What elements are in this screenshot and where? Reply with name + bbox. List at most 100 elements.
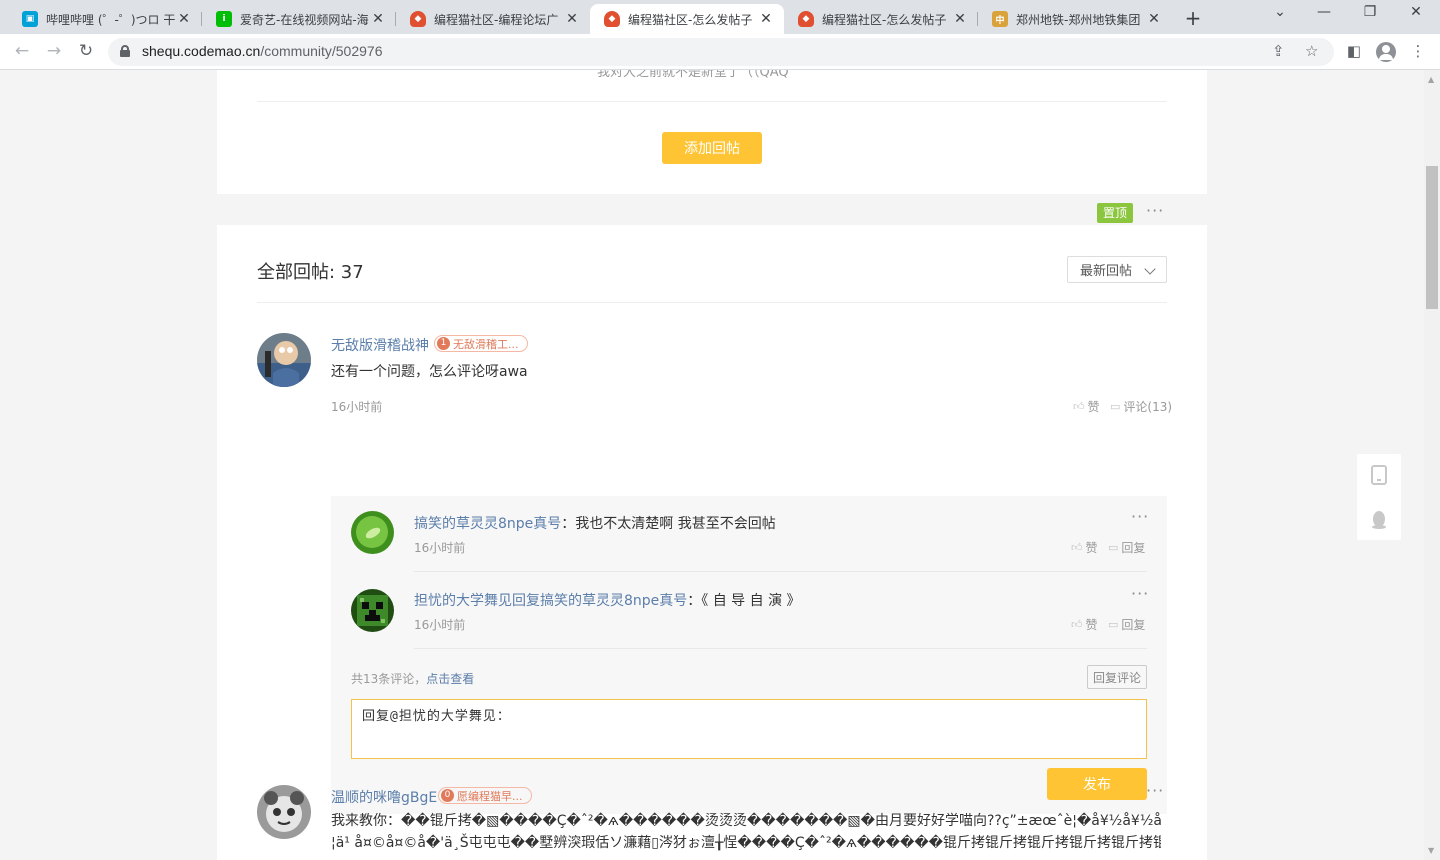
floating-side-bar bbox=[1357, 454, 1401, 540]
browser-toolbar: ← → ↻ shequ.codemao.cn/community/502976 … bbox=[0, 34, 1440, 70]
chevron-down-icon bbox=[1144, 263, 1156, 275]
reload-icon[interactable]: ↻ bbox=[75, 41, 97, 61]
reply-button[interactable]: ▭ 回复 bbox=[1108, 539, 1145, 556]
thumbs-up-icon: 👍︎ bbox=[1073, 400, 1085, 413]
qq-icon[interactable] bbox=[1371, 510, 1387, 530]
scroll-down-icon[interactable]: ▼ bbox=[1428, 846, 1434, 855]
reply-content: 我来教你：��锟斤拷�▧����Ç�ˆ²�ѧ������烫烫烫�������▧�… bbox=[331, 813, 1161, 829]
address-bar[interactable]: shequ.codemao.cn/community/502976 ⇪ ☆ bbox=[108, 38, 1334, 66]
tab-codemao-forum[interactable]: ◆ 编程猫社区-编程论坛广 ✕ bbox=[396, 4, 590, 34]
tab-zzmetro[interactable]: 中 郑州地铁-郑州地铁集团 ✕ bbox=[978, 4, 1172, 34]
sub-comment-text: 我也不太清楚啊 我甚至不会回帖 bbox=[575, 516, 776, 532]
level-icon: 0 bbox=[441, 789, 454, 802]
tab-codemao-post[interactable]: ◆ 编程猫社区-怎么发帖子 ✕ bbox=[784, 4, 978, 34]
view-all-comments-link[interactable]: 点击查看 bbox=[426, 672, 474, 686]
tab-search-icon[interactable]: ⌄ bbox=[1270, 4, 1290, 20]
reply-content: ¦ä¹ å¤©å¤©å�'ä¸Š屯屯屯��墅辨湥瑕佸ソ濂藉▯涔犲ぉ澶╁悜����… bbox=[331, 835, 1161, 851]
sub-comment-author[interactable]: 担忧的大学舞见回复搞笑的草灵灵8npe真号 bbox=[414, 593, 687, 609]
close-icon[interactable]: ✕ bbox=[564, 11, 580, 27]
comment-icon: ▭ bbox=[1108, 618, 1119, 631]
codemao-icon: ◆ bbox=[410, 11, 426, 27]
side-panel-icon[interactable]: ◧ bbox=[1344, 42, 1364, 60]
tab-title: 郑州地铁-郑州地铁集团 bbox=[1016, 12, 1141, 27]
replies-card: 全部回帖: 37 最新回帖 无敌版滑稽战神 1 无敌滑稽工... 置顶 ··· … bbox=[217, 201, 1207, 860]
like-button[interactable]: 👍︎ 赞 bbox=[1071, 539, 1098, 556]
close-icon[interactable]: ✕ bbox=[758, 11, 774, 27]
username[interactable]: 无敌版滑稽战神 bbox=[331, 335, 429, 355]
comment-icon: ▭ bbox=[1110, 400, 1121, 413]
add-reply-button[interactable]: 添加回帖 bbox=[662, 132, 762, 164]
tab-codemao-post-active[interactable]: ◆ 编程猫社区-怎么发帖子 ✕ bbox=[590, 4, 784, 34]
minimize-icon[interactable]: — bbox=[1314, 4, 1334, 20]
avatar[interactable] bbox=[351, 589, 394, 632]
close-icon[interactable]: ✕ bbox=[370, 11, 386, 27]
close-window-icon[interactable]: ✕ bbox=[1406, 4, 1426, 20]
tab-title: 爱奇艺-在线视频网站-海 bbox=[240, 12, 369, 27]
codemao-icon: ◆ bbox=[604, 11, 620, 27]
more-options-icon[interactable]: ··· bbox=[1131, 584, 1149, 603]
sort-dropdown[interactable]: 最新回帖 bbox=[1067, 256, 1167, 283]
tab-title: 哔哩哔哩 (゜-゜)つロ 干 bbox=[46, 12, 176, 27]
username[interactable]: 温顺的咪噜gBgE bbox=[331, 787, 437, 807]
restore-icon[interactable]: ❐ bbox=[1360, 4, 1380, 20]
tab-iqiyi[interactable]: i 爱奇艺-在线视频网站-海 ✕ bbox=[202, 4, 396, 34]
forward-icon[interactable]: → bbox=[43, 41, 65, 61]
tablet-icon[interactable] bbox=[1371, 465, 1387, 485]
menu-kebab-icon[interactable]: ⋮ bbox=[1408, 42, 1428, 60]
reply-time: 16小时前 bbox=[331, 400, 383, 414]
bookmark-star-icon[interactable]: ☆ bbox=[1305, 42, 1318, 60]
avatar[interactable] bbox=[257, 333, 311, 387]
more-options-icon[interactable]: ··· bbox=[1146, 201, 1164, 220]
share-icon[interactable]: ⇪ bbox=[1272, 42, 1285, 60]
more-options-icon[interactable]: ··· bbox=[1146, 781, 1164, 800]
like-button[interactable]: 👍︎ 赞 bbox=[1073, 398, 1100, 415]
like-button[interactable]: 👍︎ 赞 bbox=[1071, 616, 1098, 633]
tab-title: 编程猫社区-编程论坛广 bbox=[434, 12, 559, 27]
tab-title: 编程猫社区-怎么发帖子 bbox=[822, 12, 947, 27]
comment-reply-input[interactable]: 回复@担忧的大学舞见： bbox=[351, 699, 1147, 759]
total-comments-text: 共13条评论，点击查看 bbox=[351, 672, 475, 686]
sub-comment-time: 16小时前 bbox=[414, 541, 466, 555]
sub-comments-panel: 搞笑的草灵灵8npe真号：我也不太清楚啊 我甚至不会回帖 ··· 16小时前 👍… bbox=[331, 496, 1167, 814]
reply-comment-button[interactable]: 回复评论 bbox=[1087, 665, 1147, 689]
sub-comment-line: 搞笑的草灵灵8npe真号：我也不太清楚啊 我甚至不会回帖 bbox=[414, 516, 776, 532]
tab-bilibili[interactable]: ▣ 哔哩哔哩 (゜-゜)つロ 干 ✕ bbox=[8, 4, 202, 34]
scroll-up-icon[interactable]: ▲ bbox=[1428, 75, 1434, 84]
thumbs-up-icon: 👍︎ bbox=[1071, 541, 1083, 554]
publish-button[interactable]: 发布 bbox=[1047, 768, 1147, 800]
scroll-thumb[interactable] bbox=[1426, 166, 1438, 309]
close-icon[interactable]: ✕ bbox=[1146, 11, 1162, 27]
avatar[interactable] bbox=[257, 785, 311, 839]
url-text[interactable]: shequ.codemao.cn/community/502976 bbox=[142, 43, 383, 59]
reply-content: 还有一个问题，怎么评论呀awa bbox=[331, 364, 528, 380]
iqiyi-icon: i bbox=[216, 11, 232, 27]
level-icon: 1 bbox=[437, 337, 450, 350]
post-content-tail: 我对大之前就不是新堂了（（QAQ bbox=[597, 70, 789, 80]
sub-comment-line: 担忧的大学舞见回复搞笑的草灵灵8npe真号：《 自 导 自 演 》 bbox=[414, 593, 801, 609]
zzmetro-icon: 中 bbox=[992, 11, 1008, 27]
close-icon[interactable]: ✕ bbox=[952, 11, 968, 27]
page-viewport: 我对大之前就不是新堂了（（QAQ 添加回帖 全部回帖: 37 最新回帖 无敌版滑… bbox=[0, 70, 1424, 860]
more-options-icon[interactable]: ··· bbox=[1131, 507, 1149, 526]
pinned-badge: 置顶 bbox=[1097, 203, 1134, 223]
comment-button[interactable]: ▭ 评论(13) bbox=[1110, 398, 1172, 415]
tab-strip: ▣ 哔哩哔哩 (゜-゜)つロ 干 ✕ i 爱奇艺-在线视频网站-海 ✕ ◆ 编程… bbox=[0, 0, 1440, 34]
tab-title: 编程猫社区-怎么发帖子 bbox=[628, 12, 753, 27]
comment-icon: ▭ bbox=[1108, 541, 1119, 554]
new-tab-button[interactable]: + bbox=[1182, 6, 1204, 30]
sub-comment-author[interactable]: 搞笑的草灵灵8npe真号 bbox=[414, 516, 561, 532]
user-title-badge: 1 无敌滑稽工... bbox=[434, 335, 528, 352]
avatar[interactable] bbox=[351, 511, 394, 554]
close-icon[interactable]: ✕ bbox=[176, 11, 192, 27]
replies-count-title: 全部回帖: 37 bbox=[257, 262, 364, 283]
codemao-icon: ◆ bbox=[798, 11, 814, 27]
profile-avatar-icon[interactable] bbox=[1376, 42, 1396, 62]
thumbs-up-icon: 👍︎ bbox=[1071, 618, 1083, 631]
page-scrollbar[interactable]: ▲ ▼ bbox=[1424, 70, 1440, 860]
post-body-card: 我对大之前就不是新堂了（（QAQ 添加回帖 bbox=[217, 70, 1207, 194]
back-icon[interactable]: ← bbox=[11, 41, 33, 61]
lock-icon[interactable] bbox=[120, 45, 130, 57]
bilibili-icon: ▣ bbox=[22, 11, 38, 27]
reply-button[interactable]: ▭ 回复 bbox=[1108, 616, 1145, 633]
user-title-badge: 0 愿编程猫早... bbox=[438, 787, 532, 804]
